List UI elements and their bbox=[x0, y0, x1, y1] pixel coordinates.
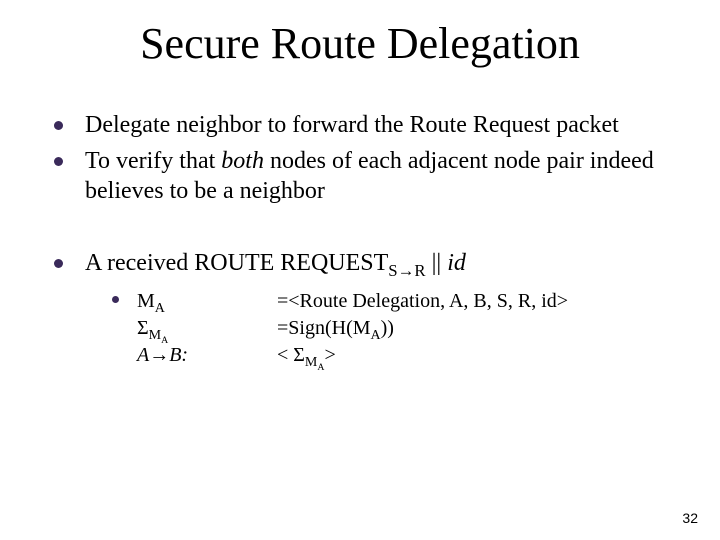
def-right: =<Route Delegation, A, B, S, R, id> bbox=[277, 288, 568, 315]
def-left: A→B: bbox=[137, 342, 277, 369]
text: > bbox=[324, 344, 335, 366]
text: =Sign(H(M bbox=[277, 317, 371, 339]
defs-left-col: MA ΣMA A→B: bbox=[137, 288, 277, 369]
text: < Σ bbox=[277, 344, 305, 366]
definitions: MA ΣMA A→B: =<Route Delegation, A, B, S,… bbox=[137, 288, 568, 369]
sub-bullet-item: MA ΣMA A→B: =<Route Delegation, A, B, S,… bbox=[112, 288, 680, 369]
text-sub: S bbox=[388, 261, 397, 280]
text: A received ROUTE REQUEST bbox=[85, 250, 388, 276]
text-sub: A bbox=[155, 301, 165, 316]
bullet-text: A received ROUTE REQUESTS→R || id bbox=[85, 248, 466, 278]
sigma-icon: Σ bbox=[137, 317, 149, 339]
text-emph: id bbox=[447, 250, 466, 276]
def-right: < ΣMA> bbox=[277, 342, 568, 369]
bullet-item: To verify that both nodes of each adjace… bbox=[54, 146, 680, 206]
bullet-text: Delegate neighbor to forward the Route R… bbox=[85, 110, 619, 140]
text: A bbox=[137, 344, 149, 366]
defs-right-col: =<Route Delegation, A, B, S, R, id> =Sig… bbox=[277, 288, 568, 369]
spacer bbox=[54, 212, 680, 248]
bullet-icon bbox=[112, 296, 119, 303]
text-sub: R bbox=[414, 261, 425, 280]
slide-body: Delegate neighbor to forward the Route R… bbox=[54, 110, 680, 375]
def-left: MA bbox=[137, 288, 277, 315]
slide-title: Secure Route Delegation bbox=[0, 18, 720, 69]
text: )) bbox=[381, 317, 394, 339]
text-emph: both bbox=[221, 148, 264, 174]
def-right: =Sign(H(MA)) bbox=[277, 315, 568, 342]
bullet-item: A received ROUTE REQUESTS→R || id bbox=[54, 248, 680, 278]
arrow-icon: → bbox=[149, 344, 169, 366]
bullet-icon bbox=[54, 157, 63, 166]
arrow-icon: → bbox=[398, 261, 415, 280]
text: B: bbox=[169, 344, 188, 366]
text: To verify that bbox=[85, 148, 221, 174]
bullet-icon bbox=[54, 121, 63, 130]
text: M bbox=[137, 290, 155, 312]
text-sub: A bbox=[371, 328, 381, 343]
page-number: 32 bbox=[682, 510, 698, 526]
text-sub: M bbox=[305, 355, 317, 370]
bullet-item: Delegate neighbor to forward the Route R… bbox=[54, 110, 680, 140]
slide: Secure Route Delegation Delegate neighbo… bbox=[0, 0, 720, 540]
bullet-icon bbox=[54, 259, 63, 268]
def-left: ΣMA bbox=[137, 315, 277, 342]
text: || bbox=[426, 250, 448, 276]
bullet-text: To verify that both nodes of each adjace… bbox=[85, 146, 680, 206]
text-sub: M bbox=[149, 328, 161, 343]
